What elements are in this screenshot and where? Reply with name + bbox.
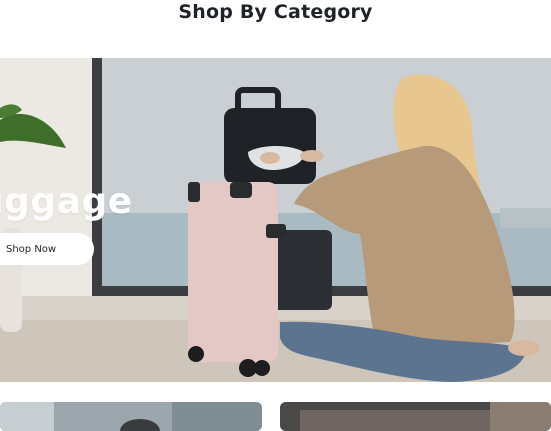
- category-card-left[interactable]: [0, 402, 262, 431]
- shop-now-button[interactable]: Shop Now: [0, 233, 94, 265]
- section-title: Shop By Category: [178, 1, 373, 23]
- category-card-right[interactable]: [280, 402, 551, 431]
- shop-now-label: Shop Now: [6, 243, 57, 255]
- category-hero-banner[interactable]: uggage Shop Now: [0, 58, 551, 382]
- hero-title: uggage: [0, 181, 133, 222]
- card-image: [280, 402, 551, 431]
- card-image: [0, 402, 262, 431]
